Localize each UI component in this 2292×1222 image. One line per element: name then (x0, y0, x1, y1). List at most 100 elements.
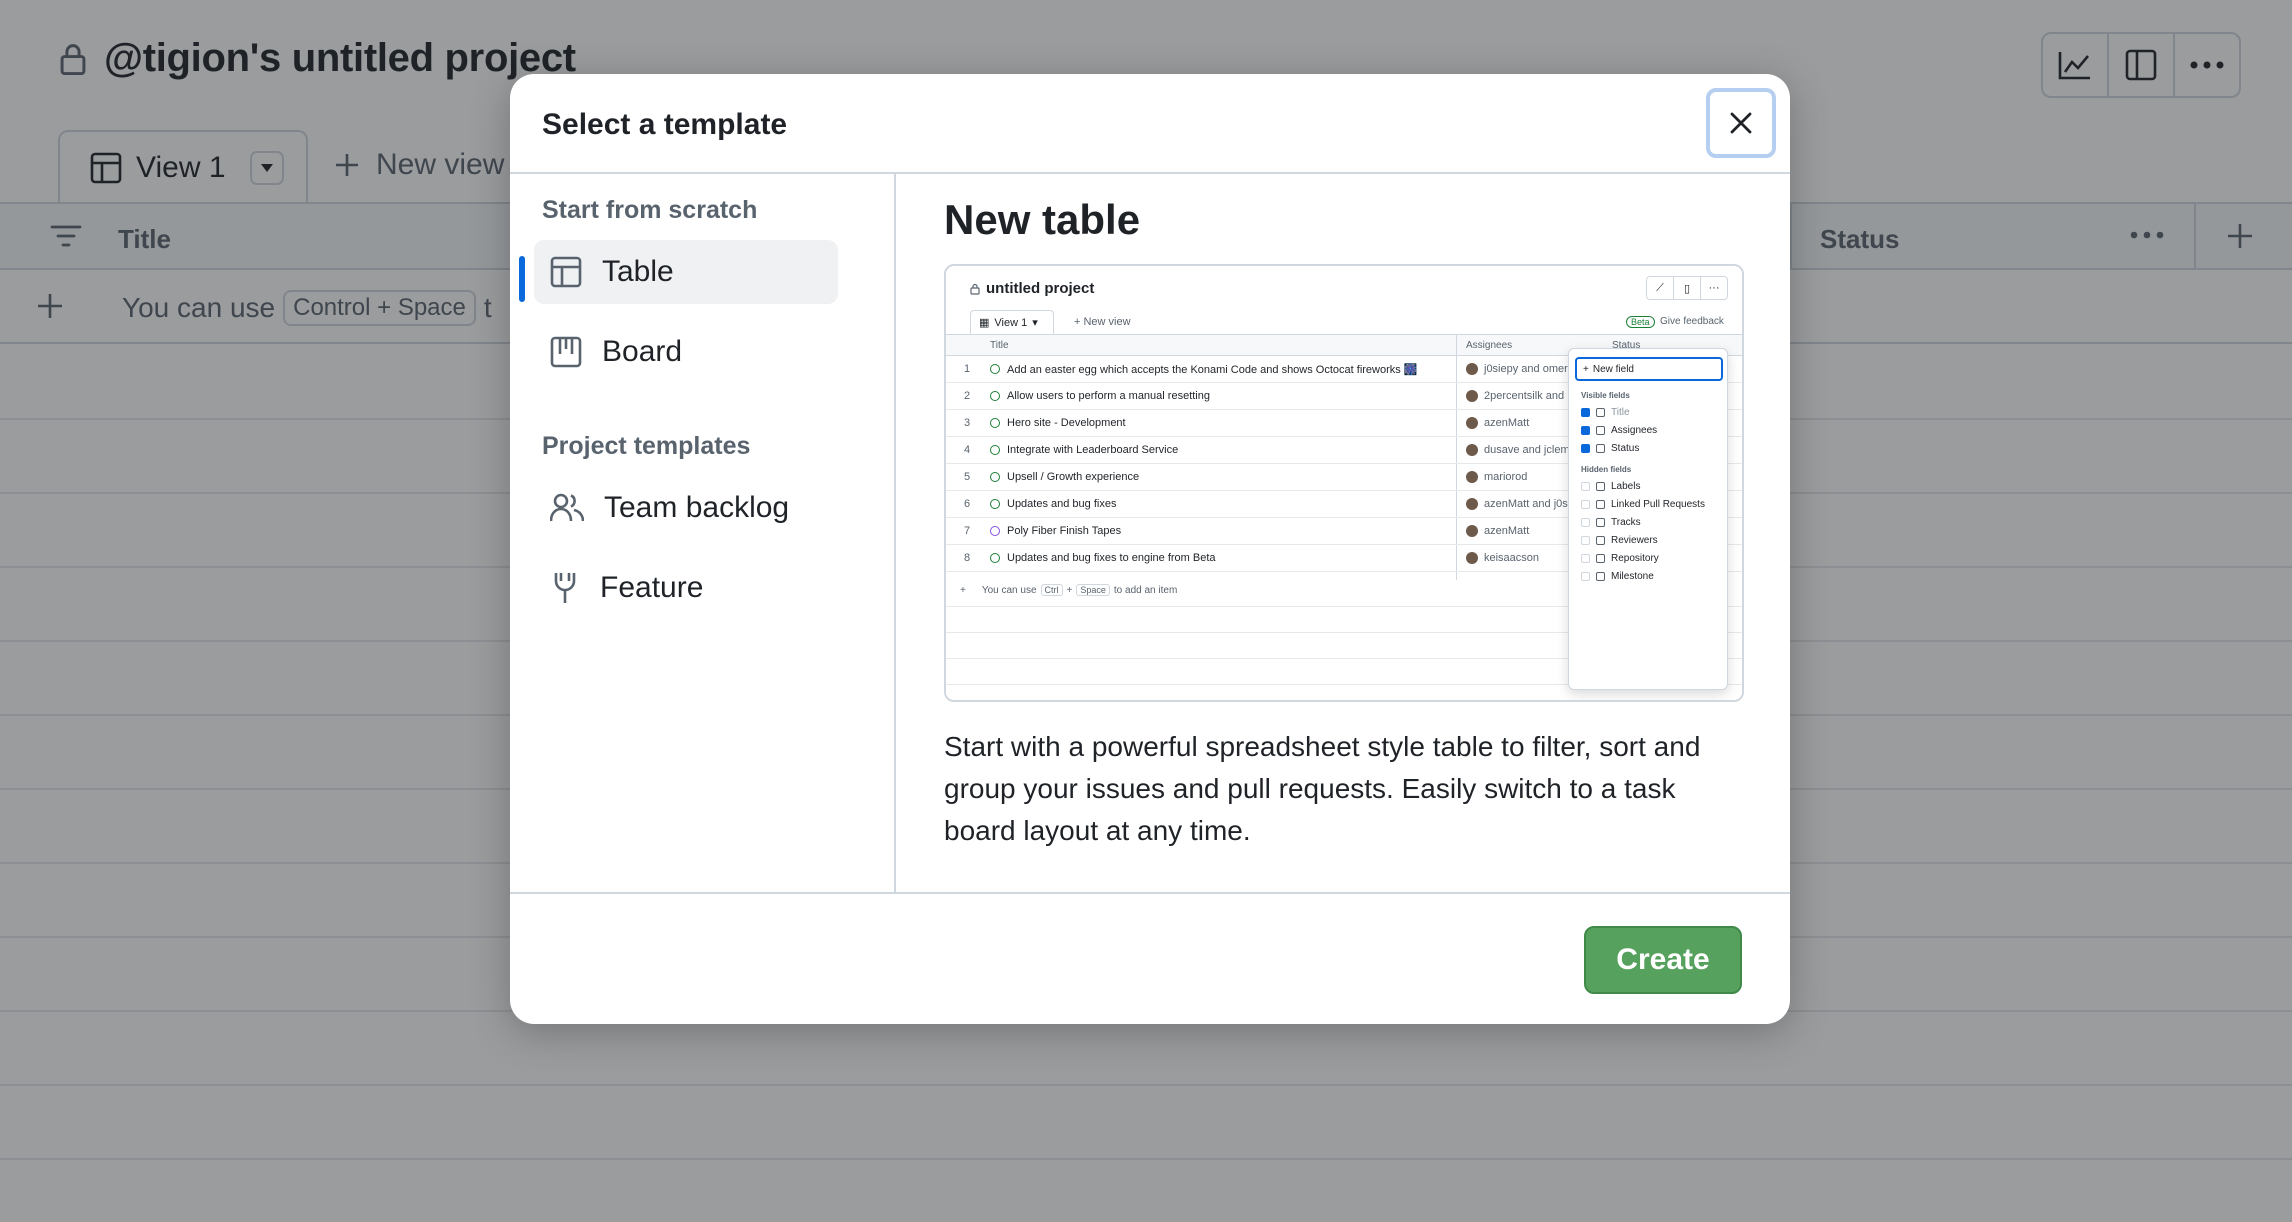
menu-item-assignees: Assignees (1581, 425, 1657, 436)
row-number: 8 (963, 552, 971, 564)
row-number: 2 (963, 390, 971, 402)
preview-header-assignees: Assignees (1466, 340, 1513, 351)
field-icon (1596, 444, 1605, 453)
preview-header-title: Title (990, 340, 1009, 351)
issue-open-icon (990, 553, 1000, 563)
issue-open-icon (990, 499, 1000, 509)
repo-icon (1596, 554, 1605, 563)
template-description: Start with a powerful spreadsheet style … (944, 731, 1701, 846)
graph-icon: ⟋ (1647, 277, 1674, 299)
template-item-feature[interactable]: Feature (534, 556, 838, 620)
menu-item-label: Linked Pull Requests (1611, 499, 1705, 510)
menu-item-label: Labels (1611, 481, 1641, 492)
avatar (1466, 552, 1478, 564)
row-number: 4 (963, 444, 971, 456)
tag-icon (1596, 482, 1605, 491)
menu-item-label: Status (1611, 443, 1640, 454)
menu-item-label: Repository (1611, 553, 1659, 564)
menu-item-label: Milestone (1611, 571, 1654, 582)
row-number: 5 (963, 471, 971, 483)
milestone-icon (1596, 572, 1605, 581)
close-icon (1730, 112, 1752, 134)
row-assignees: azenMatt (1484, 525, 1530, 537)
checkbox (1581, 500, 1590, 509)
people-icon (550, 493, 584, 522)
close-button[interactable] (1706, 88, 1776, 158)
preview-add-hint: You can use (981, 584, 1037, 596)
template-item-table[interactable]: Table (534, 240, 838, 304)
row-assignees: keisaacson (1484, 552, 1540, 564)
avatar (1466, 363, 1478, 375)
menu-item-milestone: Milestone (1581, 571, 1654, 582)
preview-new-view: + New view (1074, 316, 1131, 328)
section-label-start-from-scratch: Start from scratch (542, 196, 758, 224)
plus-icon: + (960, 584, 966, 596)
feedback-link: Give feedback (1660, 316, 1724, 327)
feature-icon (554, 573, 576, 603)
menu-item-reviewers: Reviewers (1581, 535, 1658, 546)
template-item-board[interactable]: Board (534, 320, 838, 384)
lock-icon (970, 283, 980, 295)
row-assignees: dusave and jclem (1484, 444, 1570, 456)
avatar (1466, 417, 1478, 429)
menu-item-tracks: Tracks (1581, 517, 1641, 528)
checkbox (1581, 536, 1590, 545)
row-title: Hero site - Development (1007, 417, 1126, 429)
template-item-label: Table (602, 255, 674, 288)
hidden-fields-label: Hidden fields (1581, 465, 1632, 474)
template-list: Start from scratch Table Board Project t… (510, 174, 896, 892)
row-title: Allow users to perform a manual resettin… (1007, 390, 1210, 402)
avatar (1466, 390, 1478, 402)
row-assignees: azenMatt (1484, 417, 1530, 429)
template-item-label: Feature (600, 571, 704, 604)
menu-item-repository: Repository (1581, 553, 1659, 564)
git-pull-request-icon (1596, 500, 1605, 509)
row-assignees: 2percentsilk and (1484, 390, 1565, 402)
keyboard-shortcut: Space (1076, 584, 1110, 596)
row-assignees: azenMatt and j0s (1484, 498, 1568, 510)
row-number: 7 (963, 525, 971, 537)
section-label-project-templates: Project templates (542, 432, 751, 460)
issue-draft-icon (990, 526, 1000, 536)
menu-item-title: Title (1581, 407, 1630, 418)
triangle-down-icon: ▾ (1032, 317, 1038, 329)
people-icon (1596, 536, 1605, 545)
checkbox (1581, 518, 1590, 527)
issue-open-icon (990, 472, 1000, 482)
template-item-label: Board (602, 335, 683, 368)
dialog-title: Select a template (542, 108, 788, 141)
dialog-footer: Create (510, 892, 1790, 1024)
row-title: Updates and bug fixes to engine from Bet… (1007, 552, 1216, 564)
row-number: 1 (963, 363, 971, 375)
row-assignees: mariorod (1484, 471, 1528, 483)
menu-item-labels: Labels (1581, 481, 1640, 492)
checkbox-checked (1581, 426, 1590, 435)
preview-new-view-label: New view (1083, 316, 1131, 328)
board-icon (550, 336, 582, 368)
preview-add-item: + You can use Ctrl + Space to add an ite… (960, 584, 1177, 596)
field-icon (1596, 408, 1605, 417)
new-field-label: New field (1592, 363, 1634, 375)
people-icon (1596, 426, 1605, 435)
row-title: Updates and bug fixes (1007, 498, 1117, 510)
row-number: 6 (963, 498, 971, 510)
select-template-dialog: Select a template Start from scratch Tab… (510, 74, 1790, 1024)
preview-add-plus: + (1066, 584, 1073, 596)
checkbox-checked (1581, 408, 1590, 417)
preview-project: untitled project ⟋ ▯ ··· ▦ View 1 ▾ + Ne… (946, 266, 1742, 700)
row-title: Poly Fiber Finish Tapes (1007, 525, 1122, 537)
preview-title: untitled project (970, 280, 1094, 297)
menu-item-linked-pull-requests: Linked Pull Requests (1581, 499, 1705, 510)
issue-open-icon (990, 445, 1000, 455)
issue-open-icon (990, 391, 1000, 401)
checklist-icon (1596, 518, 1605, 527)
template-preview-image: untitled project ⟋ ▯ ··· ▦ View 1 ▾ + Ne… (944, 264, 1744, 702)
preview-title-text: untitled project (986, 280, 1095, 297)
template-item-team-backlog[interactable]: Team backlog (534, 476, 838, 540)
preview-field-menu: + New field Visible fields Title Assigne… (1568, 348, 1728, 690)
create-button[interactable]: Create (1584, 926, 1742, 994)
template-item-label: Team backlog (604, 491, 790, 524)
avatar (1466, 525, 1478, 537)
checkbox (1581, 572, 1590, 581)
preview-add-hint-suffix: to add an item (1113, 584, 1178, 596)
